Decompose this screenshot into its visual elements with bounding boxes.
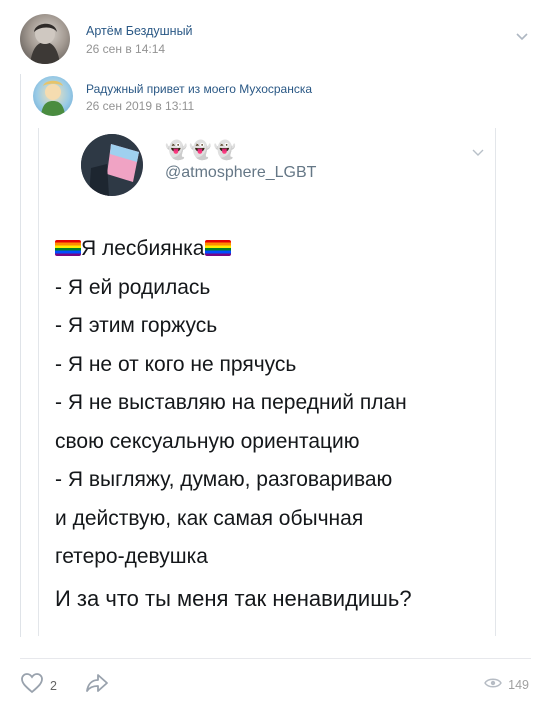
post-header: Артём Бездушный 26 сен в 14:14 xyxy=(18,12,533,64)
group-name[interactable]: Радужный привет из моего Мухосранска xyxy=(86,82,312,96)
tweet-menu-chevron-icon xyxy=(471,144,485,162)
tweet-avatar-image xyxy=(81,134,143,196)
tweet-line: и действую, как самая обычная xyxy=(55,506,364,530)
tweet-line: гетеро-девушка xyxy=(55,545,208,568)
rainbow-flag-icon xyxy=(204,240,231,256)
eye-icon xyxy=(484,676,502,694)
tweet-body: Я лесбиянка - Я ей родилась - Я этим гор… xyxy=(55,230,485,612)
rainbow-flag-icon xyxy=(55,240,81,256)
tweet-line: - Я не выставляю на передний план xyxy=(55,391,407,414)
actions-divider xyxy=(20,658,531,659)
tweet-display-name-emojis: 👻👻👻 xyxy=(165,140,239,160)
like-button[interactable]: 2 xyxy=(20,672,57,699)
post-actions: 2 149 xyxy=(20,670,531,698)
repost-date[interactable]: 26 сен 2019 в 13:11 xyxy=(86,99,194,113)
tweet-handle: @atmosphere_LGBT xyxy=(165,164,317,181)
author-avatar[interactable] xyxy=(20,14,70,64)
tweet-line-title: Я лесбиянка xyxy=(55,230,485,269)
views-count: 149 xyxy=(508,678,529,692)
tweet-line: - Я этим горжусь xyxy=(55,314,218,337)
group-avatar-image xyxy=(41,80,65,116)
post-menu-chevron-icon[interactable] xyxy=(515,28,529,46)
tweet-avatar xyxy=(81,134,143,196)
tweet-screenshot[interactable]: 👻👻👻 @atmosphere_LGBT Я лесбиянка - Я ей … xyxy=(38,128,496,636)
share-arrow-icon xyxy=(84,674,110,698)
tweet-line: - Я ей родилась xyxy=(55,275,211,299)
tweet-question: И за что ты меня так ненавидишь? xyxy=(55,585,412,611)
group-avatar[interactable] xyxy=(33,76,73,116)
post-date[interactable]: 26 сен в 14:14 xyxy=(86,42,165,56)
like-count: 2 xyxy=(50,678,57,693)
author-avatar-image xyxy=(30,23,60,64)
views-counter: 149 xyxy=(484,676,529,694)
tweet-line: свою сексуальную ориентацию xyxy=(55,429,360,453)
repost-divider-line xyxy=(20,74,21,637)
tweet-line: - Я выгляжу, думаю, разговариваю xyxy=(55,468,393,491)
share-button[interactable] xyxy=(84,672,110,699)
heart-icon xyxy=(20,672,44,699)
author-name[interactable]: Артём Бездушный xyxy=(86,24,193,38)
tweet-line: - Я не от кого не прячусь xyxy=(55,352,297,376)
tweet-line-text: Я лесбиянка xyxy=(81,237,205,260)
repost-header: Радужный привет из моего Мухосранска 26 … xyxy=(33,76,513,116)
